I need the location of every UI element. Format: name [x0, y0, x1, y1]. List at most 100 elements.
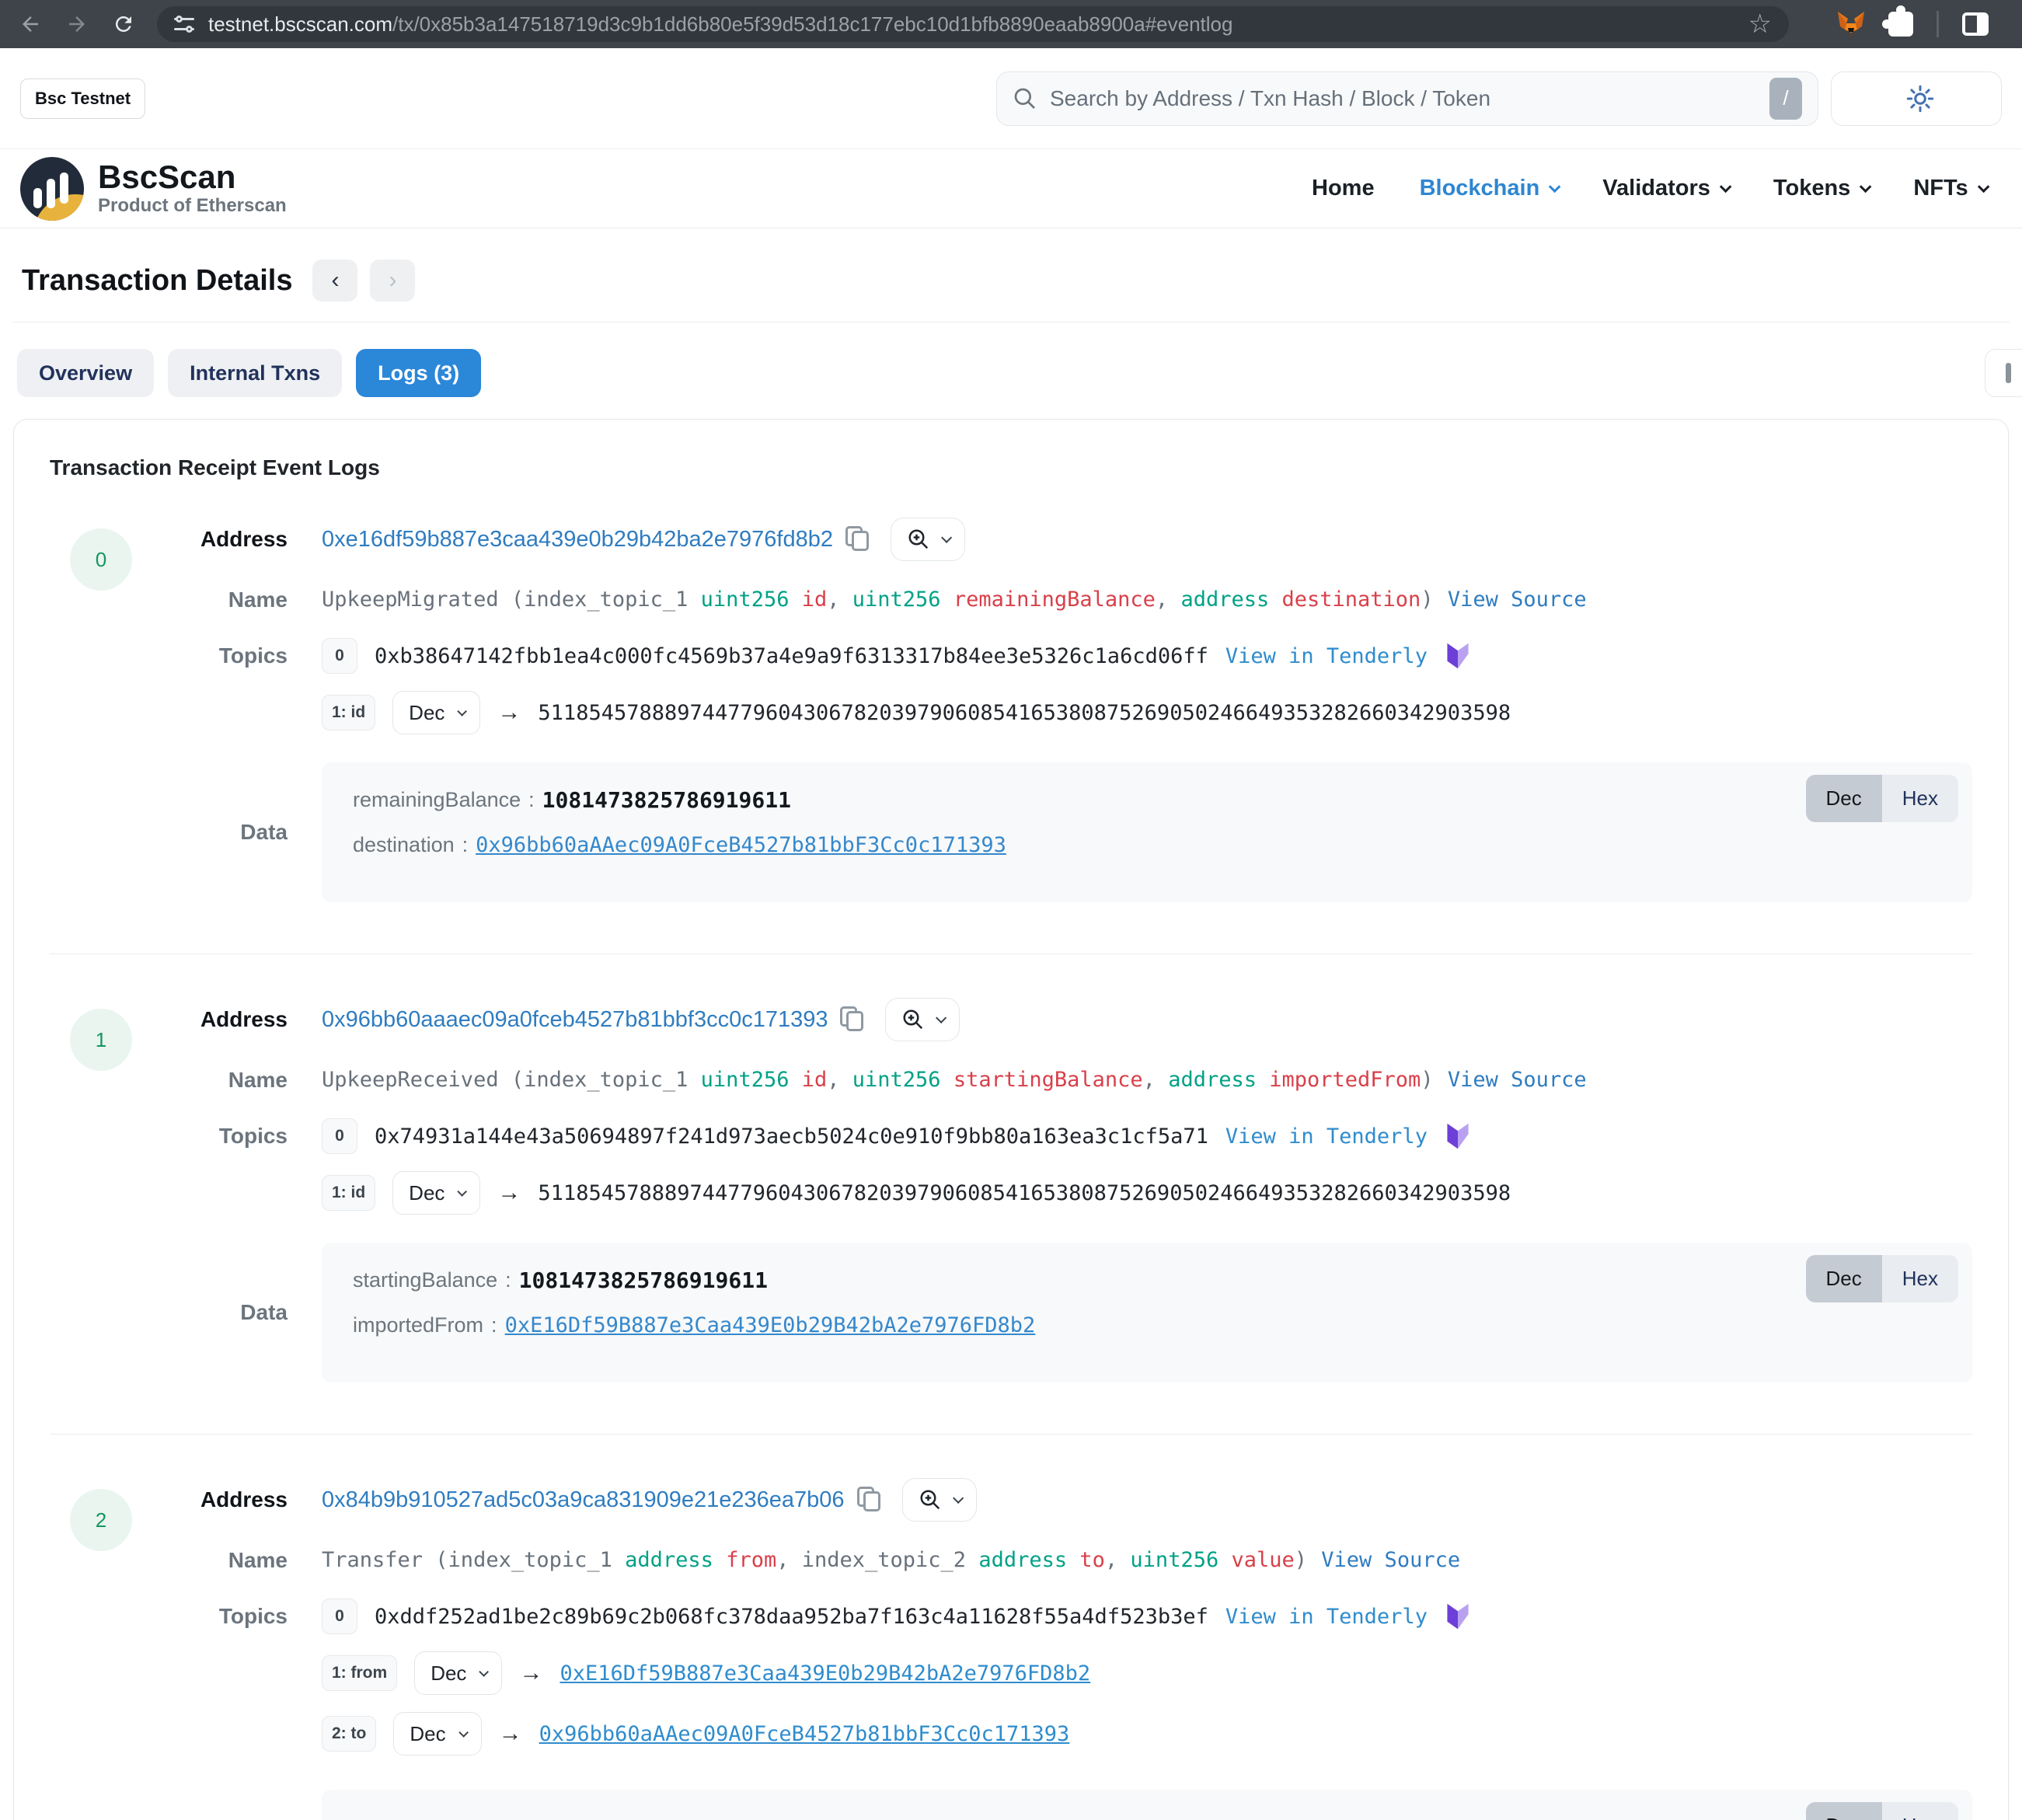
- topic-index-badge: 1: id: [322, 1175, 375, 1211]
- chevron-down-icon: [1978, 181, 1990, 194]
- topic-index-badge: 0: [322, 1118, 357, 1154]
- search-input[interactable]: [1050, 86, 1757, 111]
- tab-logs[interactable]: Logs (3): [356, 349, 481, 397]
- tab-internal-txns[interactable]: Internal Txns: [168, 349, 342, 397]
- topic-encoding-select[interactable]: Dec: [392, 691, 480, 734]
- dec-button[interactable]: Dec: [1806, 775, 1882, 822]
- topic-encoding-select[interactable]: Dec: [392, 1171, 480, 1215]
- view-in-tenderly-link[interactable]: View in Tenderly: [1225, 1124, 1428, 1149]
- hex-button[interactable]: Hex: [1882, 775, 1958, 822]
- view-source-link[interactable]: View Source: [1321, 1548, 1460, 1572]
- address-zoom-dropdown[interactable]: [902, 1478, 977, 1522]
- topic-value: 5118545788897447796043067820397906085416…: [538, 1181, 1511, 1205]
- topic-hash: 0x74931a144e43a50694897f241d973aecb5024c…: [375, 1124, 1208, 1149]
- dec-button[interactable]: Dec: [1806, 1255, 1882, 1302]
- log-data-panel: value:1081473825786919611 Dec Hex: [322, 1790, 1972, 1820]
- tenderly-icon: [1445, 1121, 1471, 1151]
- extensions-puzzle-icon[interactable]: [1888, 12, 1913, 37]
- topic-encoding-select[interactable]: Dec: [414, 1651, 502, 1695]
- name-label: Name: [166, 587, 322, 612]
- topic-encoding-select[interactable]: Dec: [393, 1712, 481, 1755]
- hex-button[interactable]: Hex: [1882, 1802, 1958, 1820]
- prev-transaction-button[interactable]: ‹: [312, 260, 357, 302]
- log-index-badge: 1: [70, 1009, 132, 1071]
- log-entry-1: 1 Address 0x96bb60aaaec09a0fceb4527b81bb…: [50, 998, 1972, 1406]
- bookmark-star-icon[interactable]: ☆: [1748, 11, 1772, 37]
- topic-address-link[interactable]: 0x96bb60aAAec09A0FceB4527b81bbF3Cc0c1713…: [539, 1722, 1070, 1746]
- chevron-down-icon: [1720, 181, 1732, 194]
- metamask-icon[interactable]: [1837, 11, 1865, 37]
- log-address-link[interactable]: 0x96bb60aaaec09a0fceb4527b81bbf3cc0c1713…: [322, 1007, 828, 1033]
- nav-home[interactable]: Home: [1312, 176, 1375, 201]
- chevron-down-icon: [458, 706, 468, 716]
- nav-tokens[interactable]: Tokens: [1773, 176, 1868, 201]
- brand-name: BscScan: [98, 160, 287, 194]
- arrow-right-icon: →: [497, 1180, 521, 1206]
- chevron-down-icon: [953, 1493, 964, 1504]
- hex-button[interactable]: Hex: [1882, 1255, 1958, 1302]
- chevron-down-icon: [941, 532, 952, 543]
- data-label: Data: [166, 820, 322, 845]
- side-panel-icon[interactable]: [1962, 12, 1989, 36]
- bscscan-logo[interactable]: BscScan Product of Etherscan: [20, 157, 287, 221]
- chevron-down-icon: [458, 1187, 468, 1197]
- bscscan-logo-icon: [20, 157, 84, 221]
- arrow-right-icon: →: [497, 699, 521, 726]
- chevron-down-icon: [936, 1013, 947, 1023]
- copy-icon[interactable]: [845, 526, 872, 553]
- nav-nfts[interactable]: NFTs: [1913, 176, 1985, 201]
- tenderly-icon: [1445, 1602, 1471, 1631]
- search-box[interactable]: /: [996, 71, 1818, 126]
- dec-hex-toggle: Dec Hex: [1806, 775, 1959, 822]
- data-address-link[interactable]: 0x96bb60aAAec09A0FceB4527b81bbF3Cc0c1713…: [476, 833, 1006, 857]
- magnifier-plus-icon: [901, 1008, 925, 1031]
- address-label: Address: [166, 1487, 322, 1512]
- chevron-down-icon: [479, 1667, 490, 1677]
- chevron-down-icon: [458, 1728, 469, 1738]
- dec-hex-toggle: Dec Hex: [1806, 1802, 1959, 1820]
- event-signature: UpkeepReceived (index_topic_1 uint256 id…: [322, 1065, 1972, 1095]
- nav-blockchain[interactable]: Blockchain: [1420, 176, 1558, 201]
- copy-icon[interactable]: [857, 1487, 884, 1513]
- topic-address-link[interactable]: 0xE16Df59B887e3Caa439E0b29B42bA2e7976FD8…: [560, 1661, 1090, 1686]
- browser-back-icon[interactable]: [17, 11, 44, 37]
- topics-label: Topics: [166, 1124, 322, 1149]
- tab-overview[interactable]: Overview: [17, 349, 154, 397]
- card-heading: Transaction Receipt Event Logs: [50, 455, 1972, 480]
- address-zoom-dropdown[interactable]: [885, 998, 960, 1041]
- topic-index-badge: 1: from: [322, 1655, 397, 1691]
- topic-hash: 0xb38647142fbb1ea4c000fc4569b37a4e9a9f63…: [375, 644, 1208, 668]
- log-address-link[interactable]: 0x84b9b910527ad5c03a9ca831909e21e236ea7b…: [322, 1487, 845, 1513]
- view-source-link[interactable]: View Source: [1448, 587, 1587, 612]
- data-key: destination: [353, 833, 455, 857]
- browser-extensions-area: [1837, 11, 1989, 37]
- view-in-tenderly-link[interactable]: View in Tenderly: [1225, 1605, 1428, 1629]
- next-transaction-button[interactable]: ›: [370, 260, 415, 302]
- log-data-panel: startingBalance:1081473825786919611 impo…: [322, 1243, 1972, 1382]
- tab-overflow-button[interactable]: [1985, 349, 2022, 397]
- copy-icon[interactable]: [840, 1006, 866, 1033]
- topics-label: Topics: [166, 1604, 322, 1629]
- topic-hash: 0xddf252ad1be2c89b69c2b068fc378daa952ba7…: [375, 1605, 1208, 1629]
- data-key: startingBalance: [353, 1268, 497, 1292]
- data-address-link[interactable]: 0xE16Df59B887e3Caa439E0b29B42bA2e7976FD8…: [505, 1313, 1036, 1337]
- data-label: Data: [166, 1300, 322, 1325]
- name-label: Name: [166, 1548, 322, 1573]
- dec-button[interactable]: Dec: [1806, 1802, 1882, 1820]
- site-settings-icon[interactable]: [174, 16, 194, 33]
- log-entry-2: 2 Address 0x84b9b910527ad5c03a9ca831909e…: [50, 1478, 1972, 1820]
- address-zoom-dropdown[interactable]: [891, 518, 965, 561]
- log-index-badge: 0: [70, 528, 132, 591]
- nav-validators[interactable]: Validators: [1602, 176, 1728, 201]
- slash-shortcut-key: /: [1769, 78, 1802, 120]
- browser-reload-icon[interactable]: [110, 11, 137, 37]
- network-badge[interactable]: Bsc Testnet: [20, 78, 145, 119]
- browser-forward-icon[interactable]: [64, 11, 90, 37]
- address-bar[interactable]: testnet.bscscan.com/tx/0x85b3a147518719d…: [157, 6, 1789, 42]
- view-in-tenderly-link[interactable]: View in Tenderly: [1225, 644, 1428, 668]
- theme-toggle-button[interactable]: [1831, 71, 2002, 126]
- log-address-link[interactable]: 0xe16df59b887e3caa439e0b29b42ba2e7976fd8…: [322, 527, 833, 553]
- view-source-link[interactable]: View Source: [1448, 1068, 1587, 1092]
- address-label: Address: [166, 1007, 322, 1032]
- event-signature: Transfer (index_topic_1 address from, in…: [322, 1545, 1972, 1575]
